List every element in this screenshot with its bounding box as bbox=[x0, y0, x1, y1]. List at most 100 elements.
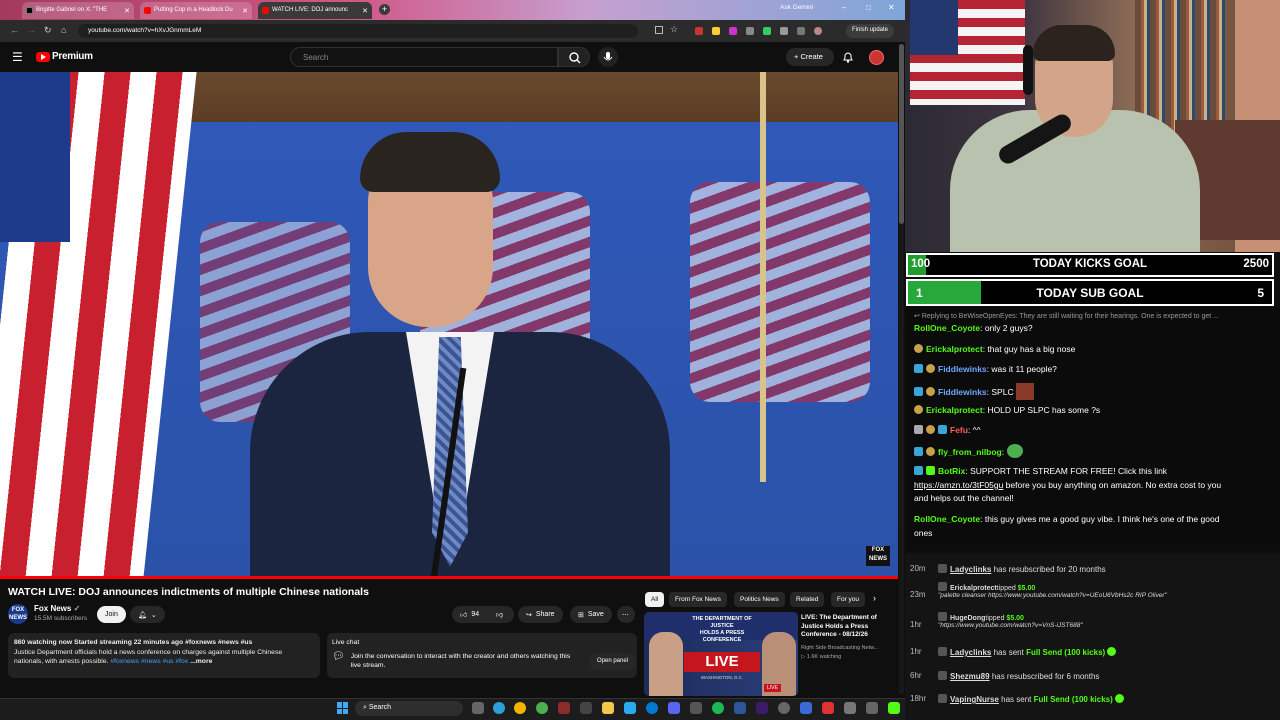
premiere-icon[interactable] bbox=[756, 702, 768, 714]
scrollbar-thumb[interactable] bbox=[899, 44, 904, 224]
reload-icon[interactable]: ↻ bbox=[44, 25, 52, 36]
youtube-logo-icon[interactable] bbox=[36, 52, 50, 62]
chip-all[interactable]: All bbox=[645, 592, 665, 607]
word-icon[interactable] bbox=[734, 702, 746, 714]
file-explorer-icon[interactable] bbox=[602, 702, 614, 714]
app-icon[interactable] bbox=[690, 702, 702, 714]
search-button[interactable] bbox=[558, 47, 590, 67]
close-window-icon[interactable]: ✕ bbox=[888, 3, 895, 12]
subscribed-bell-button[interactable]: 🔔︎ ⌄ bbox=[130, 606, 165, 623]
kicks-goal-target: 2500 bbox=[1243, 258, 1269, 270]
description-box[interactable]: 860 watching now Started streaming 22 mi… bbox=[8, 633, 320, 678]
play-icon bbox=[41, 54, 46, 60]
recommended-title[interactable]: LIVE: The Department of Justice Holds a … bbox=[801, 614, 889, 640]
browser-tab[interactable]: Putting Cop in a Headlock Du ✕ bbox=[140, 2, 252, 19]
app-icon[interactable] bbox=[778, 702, 790, 714]
share-button[interactable]: ↪ Share bbox=[518, 606, 563, 623]
bookmark-star-icon[interactable]: ☆ bbox=[670, 24, 678, 35]
taskbar-search[interactable]: ⌕ Search bbox=[355, 701, 463, 716]
app-icon[interactable] bbox=[800, 702, 812, 714]
create-button[interactable]: + Create bbox=[786, 48, 834, 66]
open-panel-button[interactable]: Open panel bbox=[589, 653, 637, 670]
maps-pin-icon[interactable] bbox=[822, 702, 834, 714]
app-icon[interactable] bbox=[866, 702, 878, 714]
extensions-bar bbox=[695, 27, 845, 35]
chevron-right-icon[interactable]: › bbox=[873, 593, 876, 603]
sub-goal-label: TODAY SUB GOAL bbox=[1036, 286, 1144, 300]
scrollbar[interactable] bbox=[899, 44, 904, 694]
frog-emote-image bbox=[1006, 444, 1023, 458]
new-tab-button[interactable]: + bbox=[379, 4, 390, 15]
live-progress-bar[interactable] bbox=[0, 576, 898, 579]
hamburger-menu-icon[interactable]: ☰ bbox=[12, 50, 23, 64]
recommended-thumbnail[interactable]: THE DEPARTMENT OF JUSTICE HOLDS A PRESS C… bbox=[644, 612, 798, 696]
emote-image bbox=[1015, 383, 1034, 400]
youtube-icon bbox=[144, 7, 151, 14]
hashtags[interactable]: #foxnews #news #us #fox bbox=[110, 658, 188, 665]
more-actions-button[interactable]: ⋯ bbox=[617, 606, 635, 623]
extension-icon[interactable] bbox=[695, 27, 703, 35]
app-icon[interactable] bbox=[844, 702, 856, 714]
windows-start-icon[interactable] bbox=[337, 702, 349, 714]
show-more-link[interactable]: ...more bbox=[190, 658, 212, 665]
spotify-icon[interactable] bbox=[712, 702, 724, 714]
discord-icon[interactable] bbox=[668, 702, 680, 714]
telegram-icon[interactable] bbox=[624, 702, 636, 714]
url-field[interactable]: youtube.com/watch?v=hXvJGnmmLeM bbox=[78, 24, 638, 38]
chrome-icon[interactable] bbox=[514, 702, 526, 714]
recommended-channel[interactable]: Right Side Broadcasting Netw... bbox=[801, 645, 891, 651]
finish-update-button[interactable]: Finish update bbox=[846, 24, 895, 38]
search-input[interactable]: Search bbox=[290, 47, 558, 67]
verified-badge-icon bbox=[926, 466, 935, 475]
badge-icon bbox=[926, 364, 935, 373]
chip-for-you[interactable]: For you bbox=[831, 592, 865, 607]
back-icon[interactable]: ← bbox=[10, 25, 19, 35]
amazon-link[interactable]: https://amzn.to/3tF05gu bbox=[914, 480, 1003, 490]
extension-icon[interactable] bbox=[763, 27, 771, 35]
chip-from-fox-news[interactable]: From Fox News bbox=[669, 592, 727, 607]
close-icon[interactable]: ✕ bbox=[362, 7, 368, 19]
browser-tab-active[interactable]: WATCH LIVE: DOJ announc ✕ bbox=[258, 2, 372, 19]
browser-tab[interactable]: Brigitte Gabriel on X: "THE ✕ bbox=[22, 2, 134, 19]
minimize-icon[interactable]: – bbox=[842, 3, 846, 12]
video-player[interactable]: FOX NEWS bbox=[0, 72, 898, 578]
save-button[interactable]: ⊞ Save bbox=[570, 606, 612, 623]
channel-avatar[interactable]: FOX NEWS bbox=[8, 604, 28, 624]
join-button[interactable]: Join bbox=[97, 606, 126, 623]
youtube-premium-logo[interactable]: Premium bbox=[52, 51, 93, 62]
extension-icon[interactable] bbox=[729, 27, 737, 35]
extension-icon[interactable] bbox=[712, 27, 720, 35]
chip-politics-news[interactable]: Politics News bbox=[734, 592, 785, 607]
verified-icon: ✓ bbox=[73, 604, 81, 613]
chrome-profile-icon[interactable] bbox=[536, 702, 548, 714]
app-icon[interactable] bbox=[580, 702, 592, 714]
profile-avatar[interactable] bbox=[814, 27, 822, 35]
kick-icon[interactable] bbox=[888, 702, 900, 714]
ask-gemini-button[interactable]: Ask Gemini bbox=[780, 4, 813, 11]
extensions-puzzle-icon[interactable] bbox=[780, 27, 788, 35]
streamer-hair bbox=[1033, 25, 1115, 61]
account-avatar[interactable] bbox=[869, 50, 884, 65]
cast-icon[interactable] bbox=[655, 26, 663, 34]
close-icon[interactable]: ✕ bbox=[242, 7, 248, 19]
chip-related[interactable]: Related bbox=[790, 592, 825, 607]
task-view-icon[interactable] bbox=[472, 702, 484, 714]
home-icon[interactable]: ⌂ bbox=[61, 25, 66, 35]
extension-icon[interactable] bbox=[797, 27, 805, 35]
notifications-button[interactable] bbox=[842, 50, 854, 68]
headphones bbox=[1023, 45, 1033, 95]
forward-icon[interactable]: → bbox=[27, 25, 36, 35]
subscriber-badge-icon bbox=[914, 387, 923, 396]
chat-message: Erickalprotect: HOLD UP SLPC has some ?s bbox=[914, 404, 1274, 418]
dislike-button[interactable]: 👎︎ bbox=[488, 606, 514, 623]
verified-badge-icon bbox=[938, 425, 947, 434]
voice-search-button[interactable] bbox=[598, 47, 618, 67]
channel-name[interactable]: Fox News ✓ bbox=[34, 604, 80, 613]
subscriber-badge-icon bbox=[914, 447, 923, 456]
extension-icon[interactable] bbox=[746, 27, 754, 35]
obs-icon[interactable] bbox=[558, 702, 570, 714]
close-icon[interactable]: ✕ bbox=[124, 7, 130, 19]
maximize-icon[interactable]: □ bbox=[866, 3, 871, 12]
app-icon[interactable] bbox=[646, 702, 658, 714]
edge-icon[interactable] bbox=[493, 702, 505, 714]
